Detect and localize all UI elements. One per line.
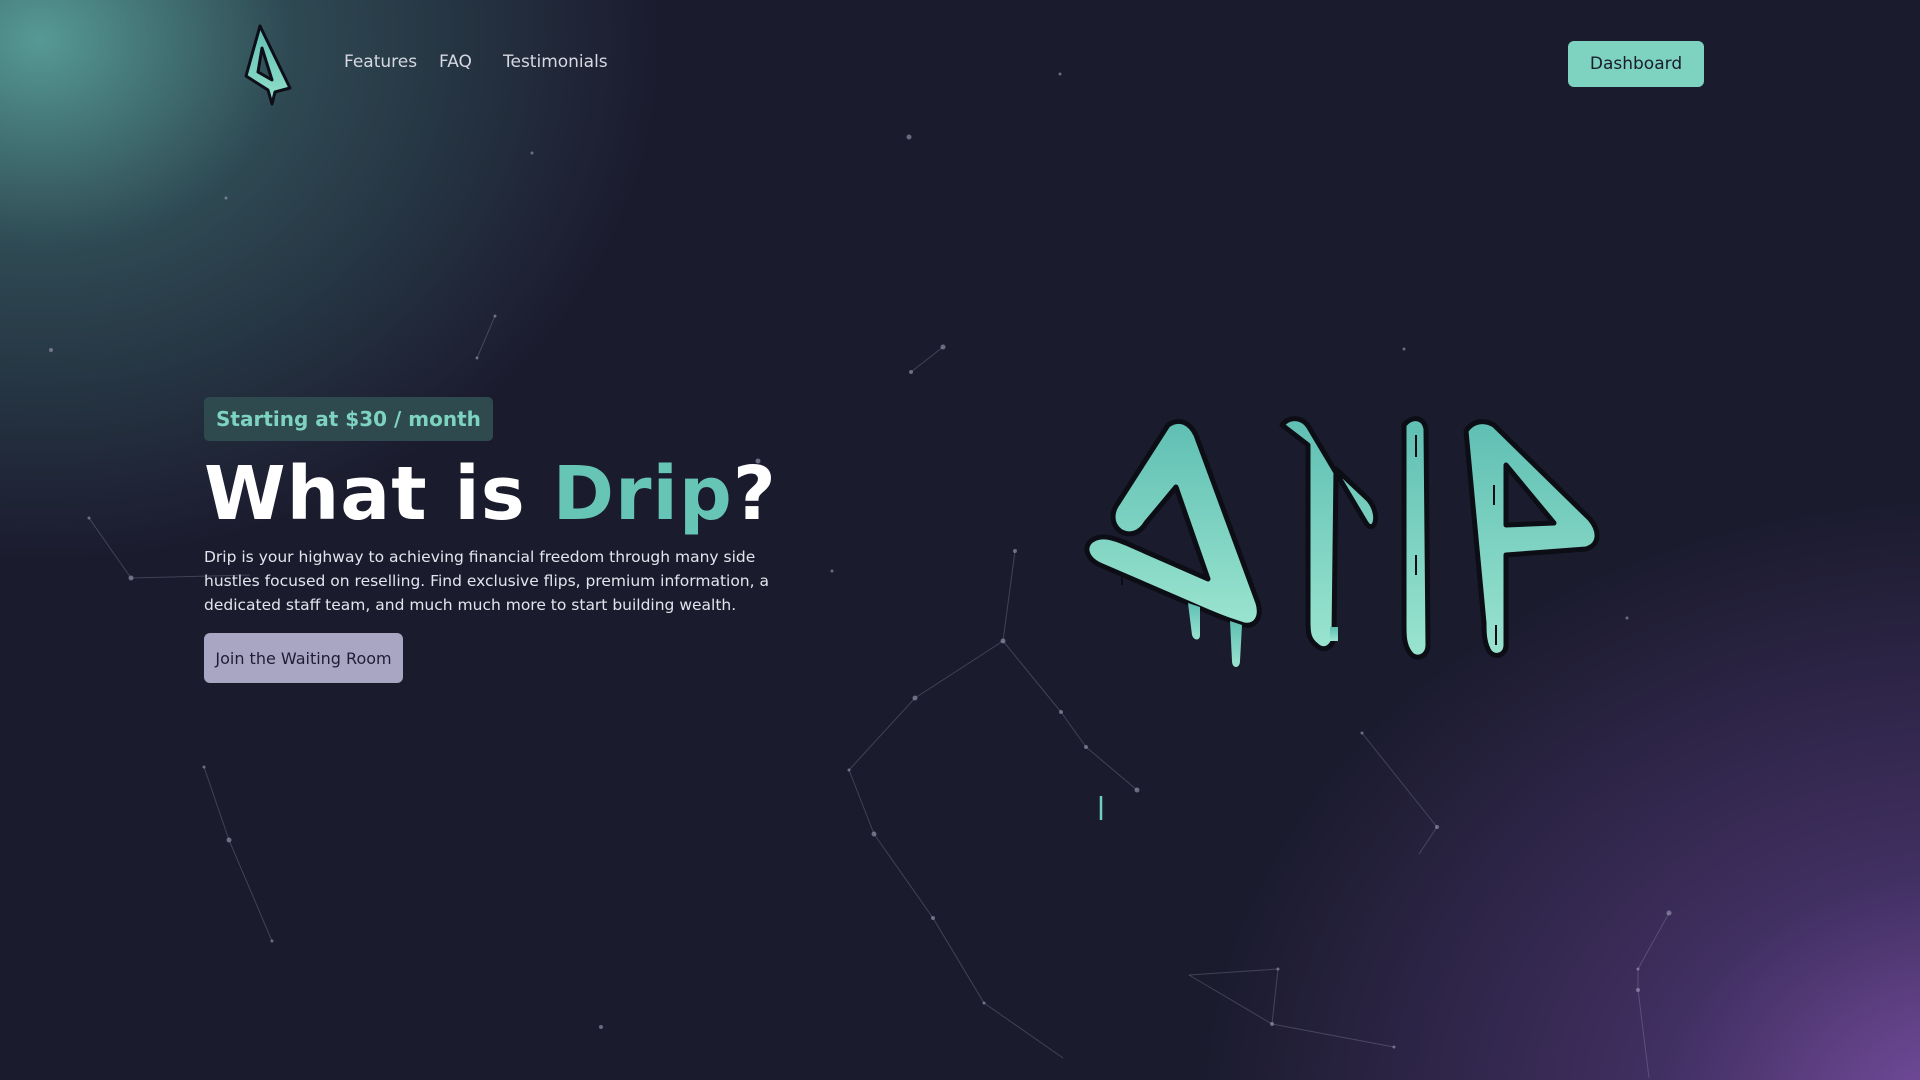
nav-link-testimonials[interactable]: Testimonials: [503, 52, 608, 72]
drip-accent-mark: [1099, 796, 1103, 820]
particle-network-background: [49, 72, 1672, 1079]
dashboard-button[interactable]: Dashboard: [1568, 41, 1704, 87]
drip-graffiti-wordmark: [1060, 395, 1620, 705]
landing-page: Features FAQ Testimonials Dashboard Star…: [0, 0, 1920, 1080]
hero-title-prefix: What is: [204, 451, 553, 537]
drip-logo-icon[interactable]: [238, 20, 298, 106]
nav-link-features[interactable]: Features: [344, 52, 417, 72]
hero-title: What is Drip?: [204, 448, 777, 540]
hero-title-accent: Drip: [552, 451, 733, 537]
hero-title-suffix: ?: [732, 451, 777, 537]
join-waiting-room-button[interactable]: Join the Waiting Room: [204, 633, 403, 683]
nav-link-faq[interactable]: FAQ: [439, 52, 472, 72]
price-badge: Starting at $30 / month: [204, 397, 493, 441]
hero-description: Drip is your highway to achieving financ…: [204, 548, 769, 614]
